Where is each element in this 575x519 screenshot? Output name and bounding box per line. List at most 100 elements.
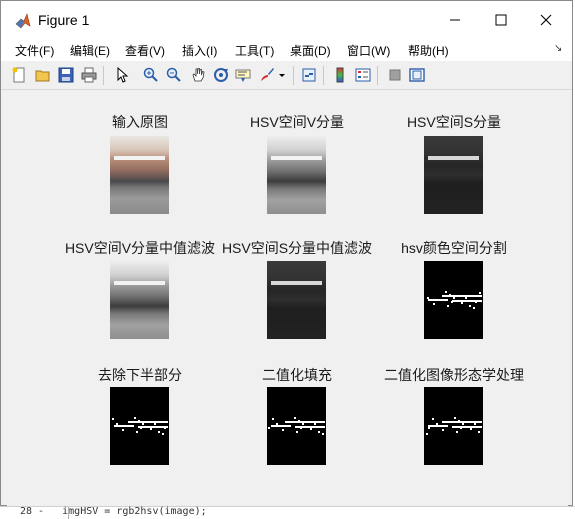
mask-speck	[136, 431, 138, 433]
subplot-image[interactable]	[424, 261, 483, 339]
mask-speck	[112, 418, 114, 420]
subplot-image[interactable]	[424, 387, 483, 465]
mask-speck	[322, 433, 324, 435]
mask-speck	[451, 301, 453, 303]
maximize-button[interactable]	[478, 5, 524, 35]
mask-speck	[122, 429, 124, 431]
brush-icon[interactable]	[258, 66, 276, 84]
mask-speck	[460, 427, 462, 429]
mask-speck	[470, 428, 472, 430]
menu-item-2[interactable]: 查看(V)	[125, 42, 165, 59]
image-banner	[271, 281, 322, 285]
maximize-icon	[495, 14, 507, 26]
mask-speck	[314, 423, 316, 425]
mask-speck	[449, 294, 451, 296]
subplot-image[interactable]	[267, 387, 326, 465]
title-bar[interactable]: Figure 1	[1, 1, 572, 39]
pan-icon[interactable]	[189, 66, 207, 84]
window-title: Figure 1	[38, 12, 90, 28]
toolbar-separator	[323, 66, 324, 85]
mask-speck	[474, 423, 476, 425]
mask-speck	[465, 297, 467, 299]
mask-speck	[453, 297, 455, 299]
editor-code-line: 28 - imgHSV = rgb2hsv(image);	[20, 506, 207, 517]
toolbar-separator	[103, 66, 104, 85]
mask-region	[128, 421, 168, 423]
mask-speck	[428, 427, 430, 429]
menu-item-1[interactable]: 编辑(E)	[70, 42, 110, 59]
subplot-title: 二值化填充	[262, 367, 332, 383]
subplot-image[interactable]	[267, 136, 326, 214]
subplot-title: 去除下半部分	[98, 367, 182, 383]
menu-item-3[interactable]: 插入(I)	[182, 42, 217, 59]
print-icon[interactable]	[80, 66, 98, 84]
mask-speck	[447, 305, 449, 307]
hide-plot-tools-icon[interactable]	[386, 66, 404, 84]
menu-item-4[interactable]: 工具(T)	[235, 42, 274, 59]
new-figure-icon[interactable]	[10, 66, 28, 84]
image-banner	[114, 156, 165, 160]
mask-speck	[300, 427, 302, 429]
zoom-in-icon[interactable]	[142, 66, 160, 84]
subplot-title: hsv颜色空间分割	[401, 240, 507, 256]
insert-colorbar-icon[interactable]	[331, 66, 349, 84]
editor-divider	[68, 507, 69, 519]
mask-region	[442, 295, 482, 297]
mask-region	[452, 426, 482, 428]
matlab-icon	[15, 13, 31, 29]
mask-speck	[436, 423, 438, 425]
figure-window: Figure 1 ↘ 文件(F) 编辑(E) 查看(V) 插入(I) 工具(T) 桌面(D…	[0, 0, 573, 506]
pointer-icon[interactable]	[113, 66, 131, 84]
mask-region	[114, 425, 134, 427]
brush-dropdown-icon[interactable]	[278, 66, 286, 84]
close-icon	[540, 14, 552, 26]
mask-speck	[268, 427, 270, 429]
save-icon[interactable]	[57, 66, 75, 84]
menu-overflow-icon[interactable]: ↘	[554, 43, 562, 54]
mask-speck	[427, 297, 429, 299]
menu-item-5[interactable]: 桌面(D)	[290, 42, 331, 59]
show-plot-tools-icon[interactable]	[408, 66, 426, 84]
menu-bar: ↘ 文件(F) 编辑(E) 查看(V) 插入(I) 工具(T) 桌面(D) 窗口(W) 帮助(…	[1, 39, 572, 61]
mask-speck	[478, 431, 480, 433]
mask-speck	[456, 431, 458, 433]
mask-speck	[426, 433, 428, 435]
mask-speck	[445, 291, 447, 293]
subplot-image[interactable]	[424, 136, 483, 214]
subplot-title: HSV空间S分量	[406, 114, 502, 130]
data-cursor-icon[interactable]	[234, 66, 252, 84]
rotate-3d-icon[interactable]	[212, 66, 230, 84]
open-file-icon[interactable]	[34, 66, 52, 84]
menu-item-0[interactable]: 文件(F)	[15, 42, 54, 59]
mask-region	[271, 425, 291, 427]
subplot-image[interactable]	[267, 261, 326, 339]
subplot-image[interactable]	[110, 387, 169, 465]
mask-speck	[475, 301, 477, 303]
zoom-out-icon[interactable]	[165, 66, 183, 84]
subplot-image[interactable]	[110, 136, 169, 214]
mask-speck	[462, 423, 464, 425]
mask-speck	[454, 417, 456, 419]
mask-speck	[310, 428, 312, 430]
subplot-title: HSV空间V分量	[249, 114, 345, 130]
menu-item-6[interactable]: 窗口(W)	[347, 42, 390, 59]
toolbar	[1, 62, 572, 90]
mask-speck	[479, 292, 481, 294]
mask-speck	[116, 423, 118, 425]
close-button[interactable]	[523, 5, 569, 35]
link-plot-icon[interactable]	[300, 66, 318, 84]
image-banner	[428, 156, 479, 160]
mask-region	[428, 425, 448, 427]
subplot-image[interactable]	[110, 261, 169, 339]
minimize-button[interactable]	[432, 5, 478, 35]
mask-speck	[469, 305, 471, 307]
menu-item-7[interactable]: 帮助(H)	[408, 42, 449, 59]
subplot-title: HSV空间V分量中值滤波	[64, 240, 216, 256]
mask-speck	[318, 431, 320, 433]
mask-speck	[298, 420, 300, 422]
mask-speck	[296, 431, 298, 433]
insert-legend-icon[interactable]	[354, 66, 372, 84]
subplot-title: 输入原图	[112, 114, 168, 130]
mask-speck	[432, 418, 434, 420]
subplot-title: HSV空间S分量中值滤波	[221, 240, 373, 256]
